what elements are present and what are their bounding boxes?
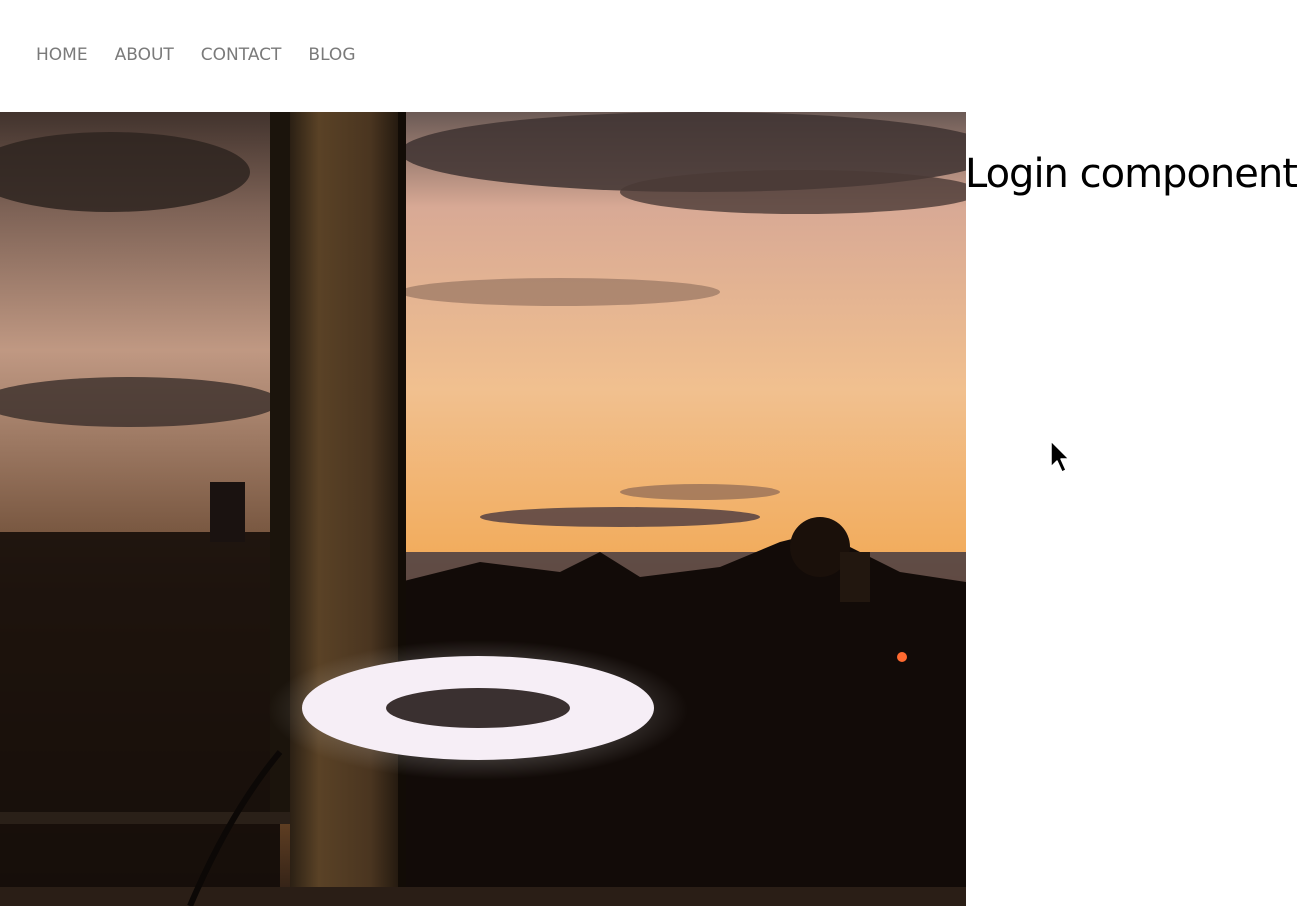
nav-menu: HOME ABOUT CONTACT BLOG [36, 44, 356, 66]
sunset-window-lamp-photo [0, 112, 966, 906]
page-title: Login component g [965, 151, 1307, 197]
nav-item-blog: BLOG [308, 44, 355, 66]
mouse-cursor-icon [1050, 440, 1070, 473]
nav-item-home: HOME [36, 44, 88, 66]
nav-item-about: ABOUT [115, 44, 174, 66]
nav-link-about[interactable]: ABOUT [115, 45, 174, 65]
title-container: Login component g [965, 140, 1307, 210]
nav-item-contact: CONTACT [201, 44, 282, 66]
nav-link-blog[interactable]: BLOG [308, 45, 355, 65]
nav-link-home[interactable]: HOME [36, 45, 88, 65]
top-navigation: HOME ABOUT CONTACT BLOG [0, 0, 1307, 112]
nav-link-contact[interactable]: CONTACT [201, 45, 282, 65]
hero-image [0, 112, 966, 906]
